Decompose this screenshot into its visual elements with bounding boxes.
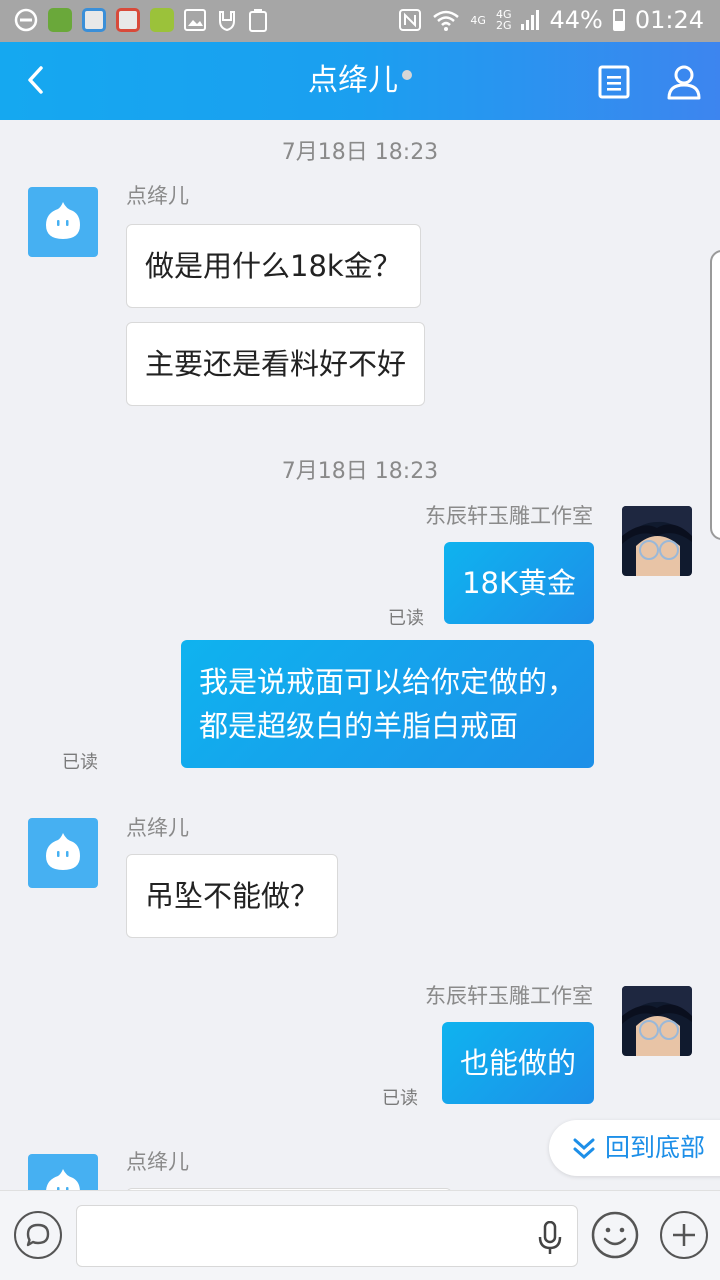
message-bubble-incoming[interactable]: 做是用什么18k金？ (126, 224, 421, 308)
image-icon (184, 9, 206, 31)
message-line: 都是超级白的羊脂白戒面 (198, 709, 518, 743)
input-bar (0, 1190, 720, 1280)
plus-icon[interactable] (660, 1211, 708, 1259)
message-bubble-outgoing[interactable]: 18K黄金 (444, 542, 594, 624)
app-notification-icon (48, 8, 72, 32)
avatar[interactable] (28, 187, 98, 257)
network-type: 4G (470, 13, 486, 27)
wifi-icon (433, 10, 460, 31)
do-not-disturb-icon (14, 8, 38, 32)
shield-icon (219, 11, 235, 31)
system-indicators: 4G 4G 2G 44% 01:24 (398, 6, 704, 34)
double-chevron-down-icon (573, 1138, 595, 1160)
status-bar: 4G 4G 2G 44% 01:24 (0, 0, 720, 42)
avatar[interactable] (28, 1154, 98, 1190)
dual-network: 4G 2G (495, 8, 512, 32)
bot-avatar-icon (46, 1169, 80, 1190)
message-bubble-outgoing[interactable]: 也能做的 (441, 1022, 594, 1104)
user-avatar-icon (622, 986, 692, 1056)
sender-name: 点绛儿 (126, 1150, 189, 1174)
timestamp: 7月18日 18:23 (281, 459, 439, 484)
browser-notification-icon (116, 8, 140, 32)
message-input[interactable] (76, 1205, 578, 1267)
timestamp: 7月18日 18:23 (281, 140, 439, 165)
read-receipt: 已读 (62, 752, 98, 773)
read-receipt: 已读 (382, 1088, 418, 1109)
avatar[interactable] (28, 818, 98, 888)
plus-glyph-icon (673, 1224, 695, 1246)
app-notification-icon (150, 8, 174, 32)
sender-name: 东辰轩玉雕工作室 (425, 984, 593, 1008)
bot-avatar-icon (46, 833, 80, 870)
recycle-icon (249, 9, 267, 32)
sender-name: 点绛儿 (126, 184, 189, 208)
nfc-icon (399, 9, 422, 31)
read-receipt: 已读 (388, 608, 424, 629)
clock: 01:24 (634, 6, 704, 34)
browser-notification-icon (82, 8, 106, 32)
speech-bubble-icon (26, 1223, 50, 1247)
battery-icon (612, 9, 625, 31)
chat-header: 点绛儿 (0, 42, 720, 120)
chat-bubble-icon[interactable] (14, 1211, 62, 1259)
message-bubble-incoming[interactable]: 主要还是看料好不好 (126, 322, 426, 406)
bot-avatar-icon (46, 202, 80, 239)
microphone-icon[interactable] (538, 1221, 562, 1255)
avatar[interactable] (622, 986, 692, 1056)
person-icon[interactable] (664, 62, 704, 102)
contact-name: 点绛儿 (308, 63, 398, 98)
message-list[interactable]: 7月18日 18:23 点绛儿 做是用什么18k金？ 主要还是看料好不好 7月1… (0, 120, 720, 1190)
back-to-bottom-label: 回到底部 (605, 1133, 706, 1162)
message-line: 我是说戒面可以给你定做的， (198, 665, 576, 699)
battery-percent: 44% (549, 6, 603, 34)
notification-icons (14, 8, 268, 32)
document-icon[interactable] (594, 62, 634, 102)
message-bubble-incoming[interactable]: 吊坠不能做？ (126, 854, 339, 938)
user-avatar-icon (622, 506, 692, 576)
signal-icon (521, 10, 540, 30)
avatar[interactable] (622, 506, 692, 576)
back-to-bottom-button[interactable]: 回到底部 (549, 1120, 720, 1176)
sender-name: 东辰轩玉雕工作室 (425, 504, 593, 528)
sender-name: 点绛儿 (126, 816, 189, 840)
side-panel-edge[interactable] (710, 250, 720, 540)
emoji-icon[interactable] (591, 1211, 639, 1259)
status-dot (402, 69, 412, 80)
message-bubble-outgoing[interactable]: 我是说戒面可以给你定做的， 都是超级白的羊脂白戒面 (180, 640, 594, 768)
